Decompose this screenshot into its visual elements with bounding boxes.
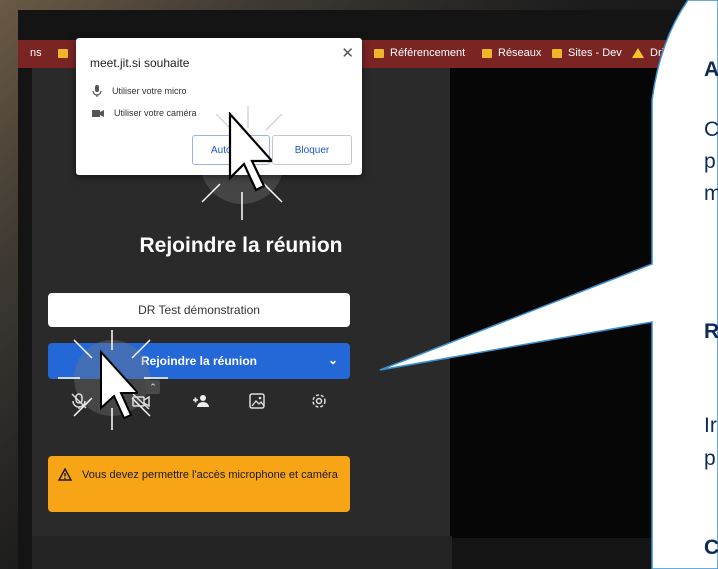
callout-heading-1: A [704,58,718,81]
callout-heading-3: C [704,536,718,559]
callout-text-2b: p [704,447,716,470]
callout-text-1a: C [704,118,718,141]
callout-text-2a: Ir [704,414,717,437]
callout-text-1c: m [704,182,718,205]
callout-heading-2: R [704,320,718,343]
callout-bubble [379,0,718,569]
callout-text-1b: p [704,150,716,173]
